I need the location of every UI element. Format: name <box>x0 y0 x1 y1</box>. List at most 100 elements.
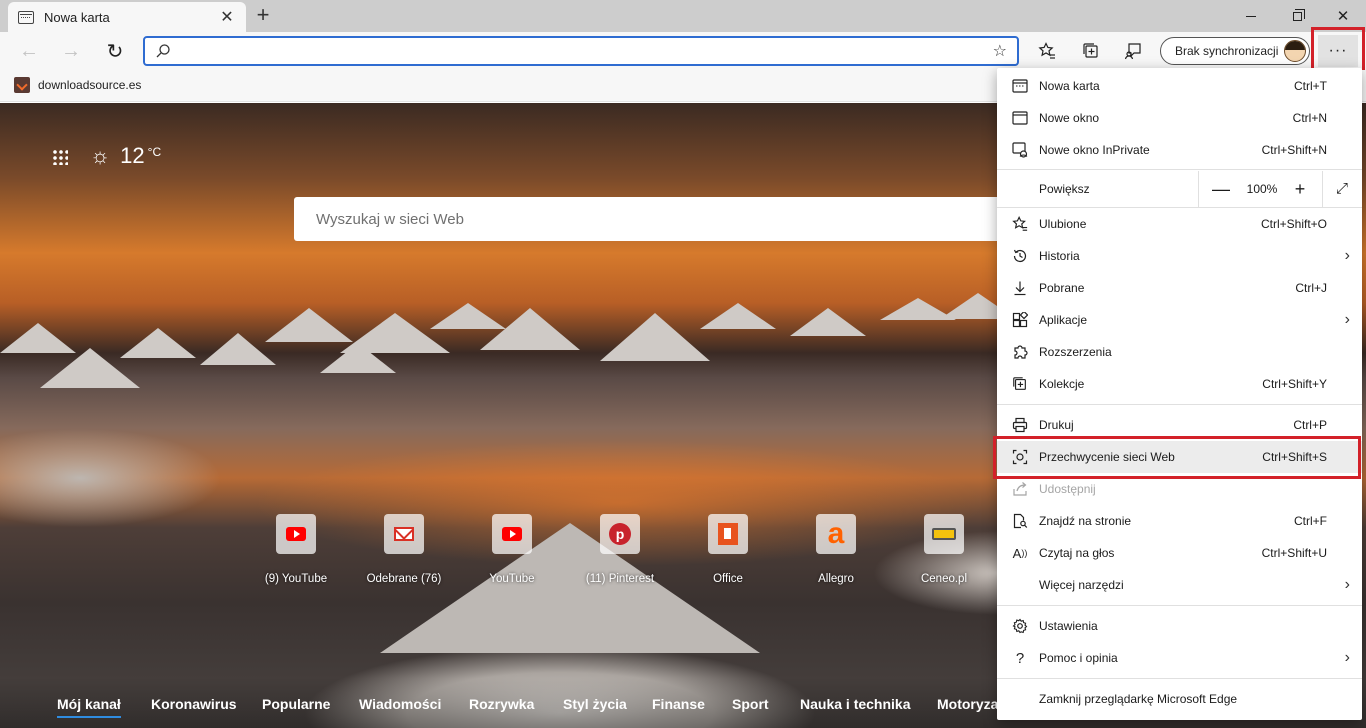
menu-item-settings[interactable]: Ustawienia <box>997 610 1362 642</box>
quick-link-tile[interactable]: Ceneo.pl <box>890 514 998 594</box>
web-search-input[interactable] <box>316 210 1014 228</box>
menu-item-find-on-page[interactable]: Znajdź na stronie Ctrl+F <box>997 505 1362 537</box>
menu-item-shortcut: Ctrl+T <box>1294 79 1327 93</box>
help-question-icon: ? <box>1015 649 1025 667</box>
new-tab-page-icon <box>18 10 34 24</box>
news-tab-news[interactable]: Wiadomości <box>359 696 441 712</box>
news-tab-automotive[interactable]: Motoryza <box>937 696 998 712</box>
tab-strip: Nowa karta ✕ + ✕ <box>0 0 1366 32</box>
zoom-label: Powiększ <box>1039 182 1090 196</box>
quick-link-tile[interactable]: Odebrane (76) <box>350 514 458 594</box>
youtube-icon <box>502 527 522 541</box>
menu-item-label: Ustawienia <box>1039 619 1098 633</box>
quick-link-tile[interactable]: (9) YouTube <box>242 514 350 594</box>
chevron-right-icon: › <box>1344 576 1350 593</box>
collections-icon <box>1083 43 1098 58</box>
menu-item-new-inprivate-window[interactable]: Nowe okno InPrivate Ctrl+Shift+N <box>997 134 1362 166</box>
quick-link-tile[interactable]: p (11) Pinterest <box>566 514 674 594</box>
news-tab-sport[interactable]: Sport <box>732 696 769 712</box>
quick-link-tile[interactable]: YouTube <box>458 514 566 594</box>
collections-button[interactable] <box>1076 36 1106 66</box>
toolbar: ← → ↻ ☆ Brak synchronizacji ··· <box>0 32 1366 70</box>
menu-item-label: Nowa karta <box>1039 79 1100 93</box>
menu-item-label: Pomoc i opinia <box>1039 651 1118 665</box>
menu-item-apps[interactable]: Aplikacje › <box>997 304 1362 336</box>
menu-item-label: Czytaj na głos <box>1039 546 1115 560</box>
youtube-icon <box>286 527 306 541</box>
favorite-item-label: downloadsource.es <box>38 78 142 92</box>
menu-item-history[interactable]: Historia › <box>997 240 1362 272</box>
menu-item-favorites[interactable]: Ulubione Ctrl+Shift+O <box>997 208 1362 240</box>
reload-button[interactable]: ↻ <box>100 36 130 66</box>
menu-item-label: Drukuj <box>1039 418 1074 432</box>
menu-item-label: Historia <box>1039 249 1080 263</box>
minimize-icon <box>1246 15 1256 17</box>
zoom-in-button[interactable]: + <box>1288 177 1312 201</box>
menu-item-shortcut: Ctrl+Shift+N <box>1261 143 1327 157</box>
settings-and-more-menu: Nowa karta Ctrl+T Nowe okno Ctrl+N Nowe … <box>997 68 1362 720</box>
menu-item-label: Więcej narzędzi <box>1039 578 1124 592</box>
chevron-right-icon: › <box>1344 649 1350 666</box>
menu-item-label: Udostępnij <box>1039 482 1096 496</box>
tab-new-tab[interactable]: Nowa karta ✕ <box>8 2 246 32</box>
menu-item-downloads[interactable]: Pobrane Ctrl+J <box>997 272 1362 304</box>
menu-item-extensions[interactable]: Rozszerzenia <box>997 336 1362 368</box>
find-on-page-icon <box>1011 512 1029 530</box>
menu-item-close-edge[interactable]: Zamknij przeglądarkę Microsoft Edge <box>997 683 1362 715</box>
zoom-level-value: 100% <box>1246 182 1278 196</box>
new-tab-button[interactable]: + <box>250 4 276 28</box>
news-tab-coronavirus[interactable]: Koronawirus <box>151 696 237 712</box>
menu-item-new-window[interactable]: Nowe okno Ctrl+N <box>997 102 1362 134</box>
zoom-divider <box>1322 171 1323 207</box>
menu-item-shortcut: Ctrl+J <box>1295 281 1327 295</box>
menu-item-collections[interactable]: Kolekcje Ctrl+Shift+Y <box>997 368 1362 400</box>
menu-separator <box>997 404 1362 405</box>
new-tab-icon <box>1011 77 1029 95</box>
zoom-out-button[interactable]: — <box>1209 177 1233 201</box>
menu-item-new-tab[interactable]: Nowa karta Ctrl+T <box>997 70 1362 102</box>
menu-item-shortcut: Ctrl+Shift+Y <box>1262 377 1327 391</box>
feedback-button[interactable] <box>1118 36 1148 66</box>
quick-link-tile[interactable]: Office <box>674 514 782 594</box>
menu-item-read-aloud[interactable]: A)) Czytaj na głos Ctrl+Shift+U <box>997 537 1362 569</box>
profile-sync-button[interactable]: Brak synchronizacji <box>1160 37 1310 65</box>
annotation-highlight-web-capture <box>993 436 1361 479</box>
menu-item-help-feedback[interactable]: ? Pomoc i opinia › <box>997 642 1362 674</box>
office-icon <box>718 523 738 545</box>
menu-item-more-tools[interactable]: Więcej narzędzi › <box>997 569 1362 601</box>
favorite-item[interactable]: downloadsource.es <box>14 77 141 93</box>
news-tab-lifestyle[interactable]: Styl życia <box>563 696 627 712</box>
weather-widget[interactable]: ☼ 12 °C <box>90 143 161 169</box>
tab-title: Nowa karta <box>44 9 110 25</box>
fullscreen-expand-icon[interactable]: ⤢ <box>1330 177 1354 201</box>
menu-item-label: Nowe okno <box>1039 111 1100 125</box>
quick-link-label: Office <box>713 573 743 585</box>
back-button[interactable]: ← <box>14 36 44 66</box>
add-favorite-star-icon[interactable]: ☆ <box>993 41 1007 61</box>
menu-item-zoom: Powiększ — 100% + ⤢ <box>997 171 1362 207</box>
quick-link-label: Ceneo.pl <box>920 573 968 585</box>
news-tab-popular[interactable]: Popularne <box>262 696 330 712</box>
favorites-star-list-icon <box>1038 42 1055 59</box>
tab-close-icon[interactable]: ✕ <box>218 7 236 27</box>
forward-button[interactable]: → <box>56 36 86 66</box>
quick-link-label: (9) YouTube <box>264 573 328 585</box>
news-tab-finance[interactable]: Finanse <box>652 696 705 712</box>
apps-grid-icon <box>1011 311 1029 329</box>
minimize-button[interactable] <box>1228 0 1274 32</box>
favorites-button[interactable] <box>1032 36 1062 66</box>
quick-link-tile[interactable]: a Allegro <box>782 514 890 594</box>
web-search-box[interactable] <box>294 197 1014 241</box>
feedback-icon <box>1124 43 1141 60</box>
menu-item-label: Nowe okno InPrivate <box>1039 143 1150 157</box>
news-tab-my-feed[interactable]: Mój kanał <box>57 696 121 718</box>
downloadsource-favicon-icon <box>14 77 30 93</box>
background-mound <box>120 328 196 358</box>
app-launcher-icon[interactable] <box>52 149 68 165</box>
address-bar[interactable]: ☆ <box>143 36 1019 66</box>
news-tab-entertainment[interactable]: Rozrywka <box>469 696 534 712</box>
background-mound <box>480 308 580 350</box>
printer-icon <box>1011 416 1029 434</box>
address-input[interactable] <box>181 43 993 59</box>
news-tab-science-tech[interactable]: Nauka i technika <box>800 696 911 712</box>
